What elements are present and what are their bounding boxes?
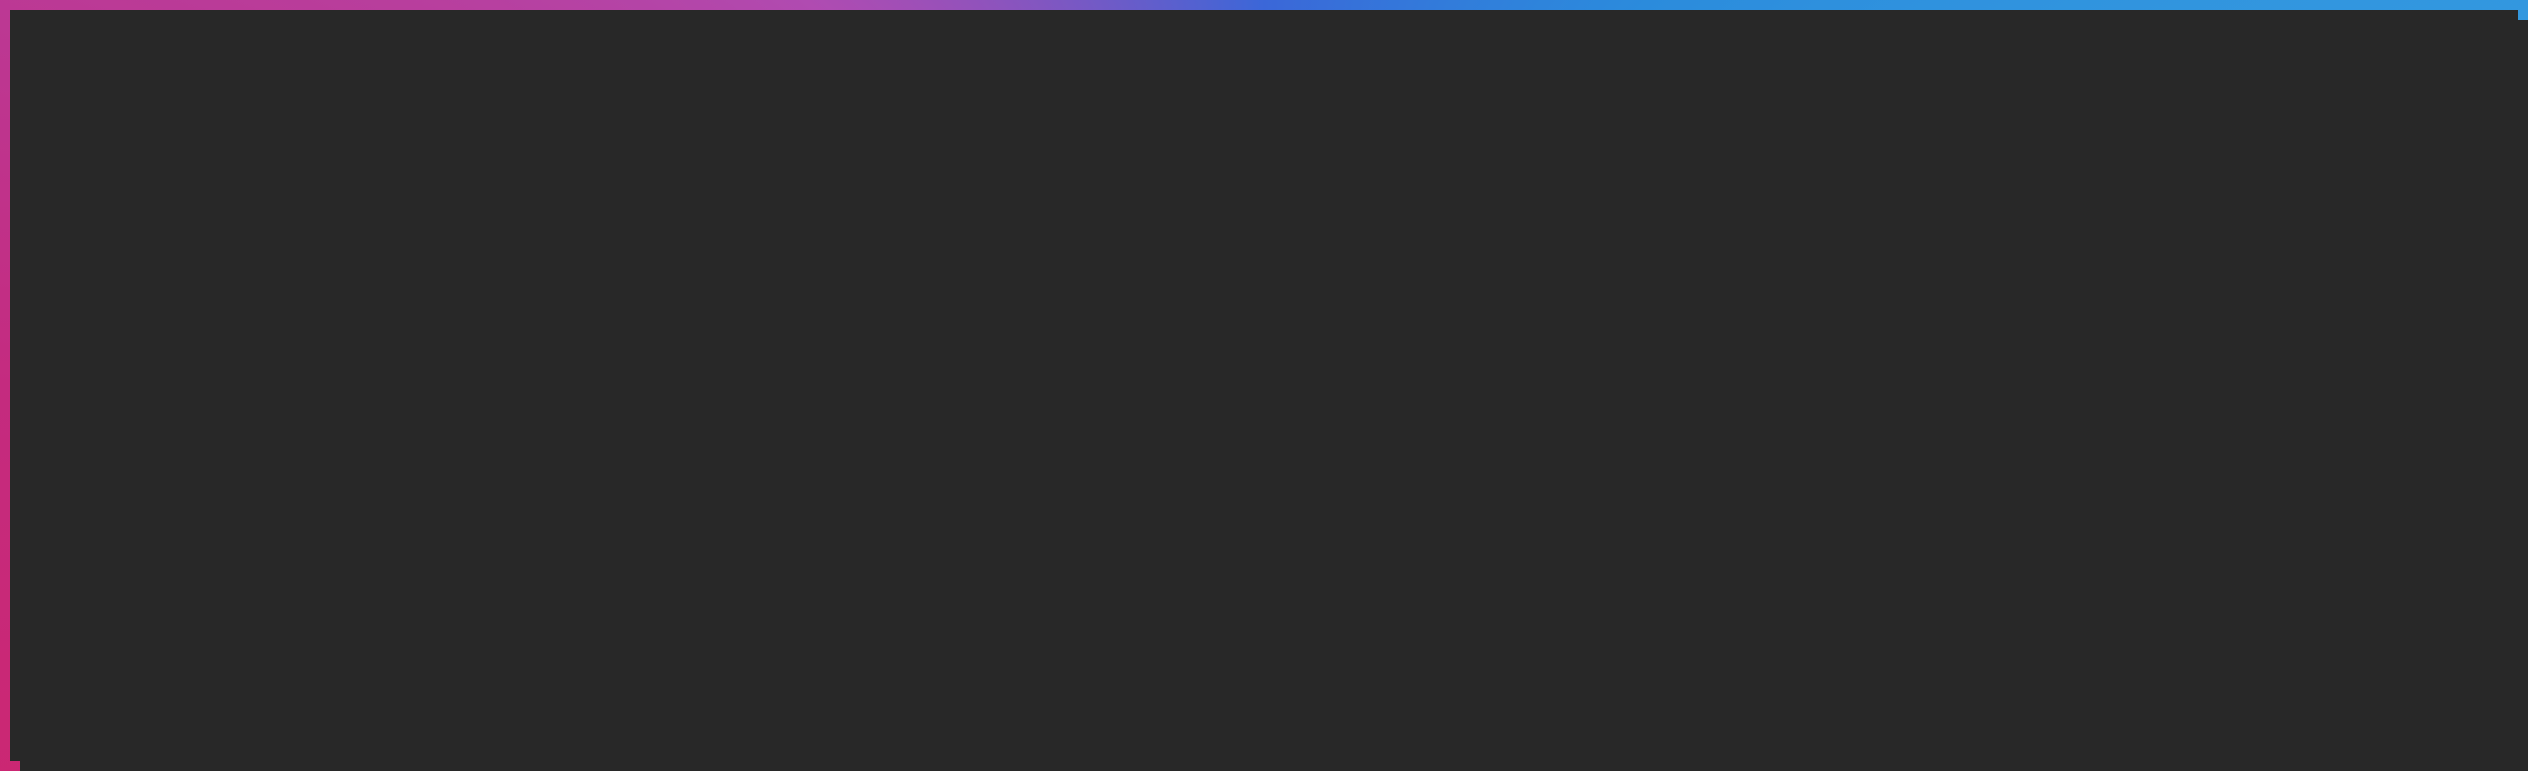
app-window-frame bbox=[0, 0, 2528, 771]
empty-canvas bbox=[20, 20, 2528, 771]
